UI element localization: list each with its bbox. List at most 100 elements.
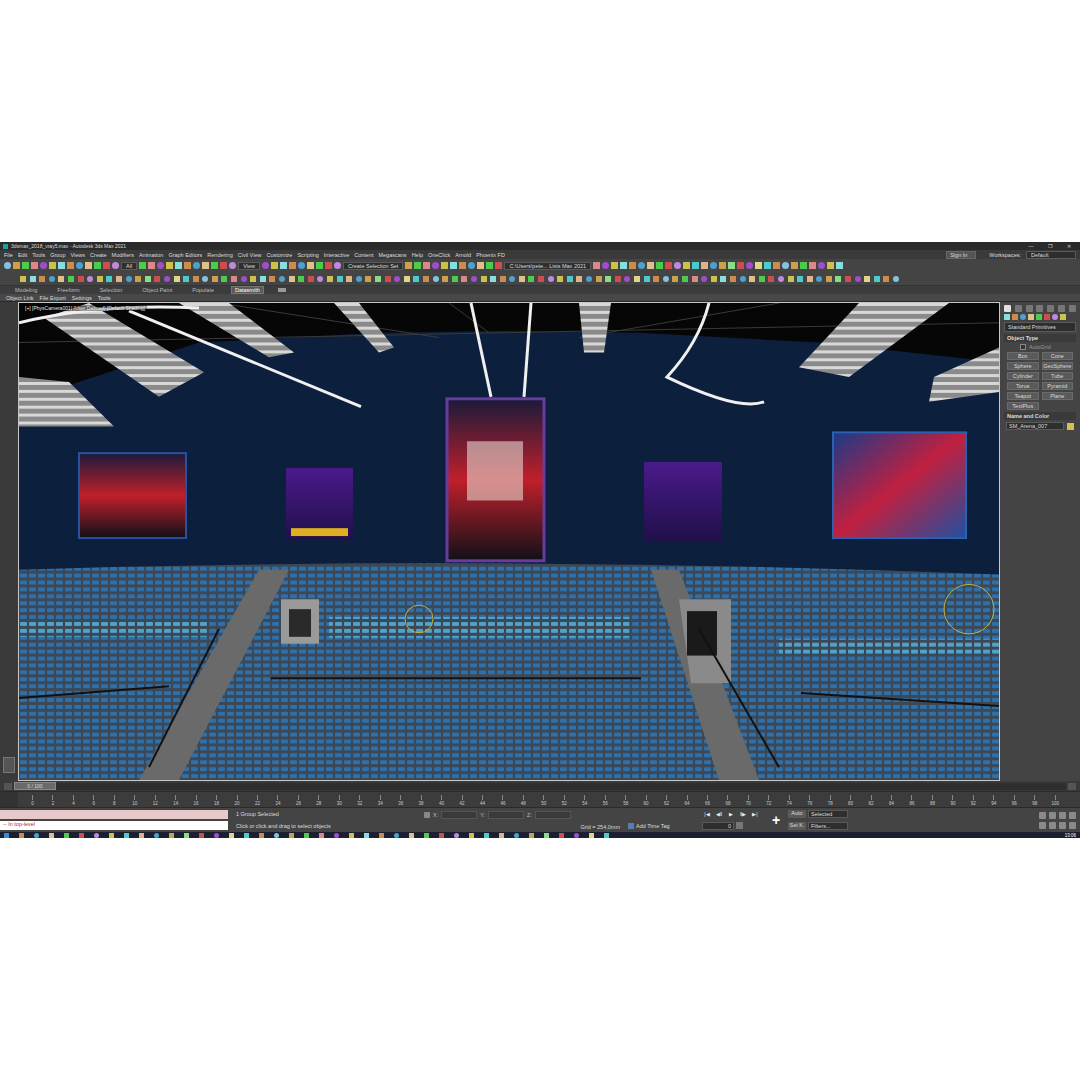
- tool-icon[interactable]: [220, 262, 227, 269]
- menu-item[interactable]: Modifiers: [112, 252, 134, 258]
- tool-icon[interactable]: [624, 276, 630, 282]
- coord-field[interactable]: [441, 811, 477, 819]
- taskbar-app-icon[interactable]: [424, 833, 429, 838]
- category-icon[interactable]: [1004, 314, 1010, 320]
- menu-item[interactable]: OneClick: [428, 252, 450, 258]
- tool-icon[interactable]: [22, 262, 29, 269]
- navigation-icon[interactable]: [1069, 822, 1076, 829]
- tool-icon[interactable]: [644, 276, 650, 282]
- primitive-button[interactable]: GeoSphere: [1042, 362, 1074, 370]
- tool-icon[interactable]: [883, 276, 889, 282]
- category-icon[interactable]: [1036, 314, 1042, 320]
- primitive-button[interactable]: Torus: [1007, 382, 1039, 390]
- set-key-icon[interactable]: +: [768, 808, 784, 832]
- tool-icon[interactable]: [656, 262, 663, 269]
- rollout-title[interactable]: Object Type: [1004, 334, 1076, 342]
- tool-icon[interactable]: [193, 262, 200, 269]
- tool-icon[interactable]: [58, 276, 64, 282]
- taskbar-app-icon[interactable]: [34, 833, 39, 838]
- ribbon-tab[interactable]: Selection: [97, 287, 126, 293]
- taskbar-app-icon[interactable]: [229, 833, 234, 838]
- taskbar-app-icon[interactable]: [154, 833, 159, 838]
- panel-tab-icon[interactable]: [1036, 305, 1043, 312]
- taskbar-app-icon[interactable]: [364, 833, 369, 838]
- taskbar-app-icon[interactable]: [544, 833, 549, 838]
- tool-icon[interactable]: [298, 276, 304, 282]
- tool-icon[interactable]: [307, 262, 314, 269]
- navigation-icon[interactable]: [1039, 822, 1046, 829]
- listener-input[interactable]: -- In top-level: [0, 821, 228, 830]
- taskbar-app-icon[interactable]: [244, 833, 249, 838]
- coord-field[interactable]: [535, 811, 571, 819]
- tool-icon[interactable]: [836, 262, 843, 269]
- tool-icon[interactable]: [317, 276, 323, 282]
- object-name-field[interactable]: SM_Arena_007: [1006, 422, 1064, 430]
- tool-icon[interactable]: [116, 276, 122, 282]
- tool-icon[interactable]: [567, 276, 573, 282]
- primitive-button[interactable]: Box: [1007, 352, 1039, 360]
- tool-icon[interactable]: [835, 276, 841, 282]
- ribbon-tab[interactable]: Datasmith: [231, 286, 264, 294]
- tool-icon[interactable]: [211, 262, 218, 269]
- tool-icon[interactable]: [461, 276, 467, 282]
- tool-icon[interactable]: [797, 276, 803, 282]
- taskbar-app-icon[interactable]: [559, 833, 564, 838]
- tool-icon[interactable]: [375, 276, 381, 282]
- tool-icon[interactable]: [740, 276, 746, 282]
- start-icon[interactable]: [4, 833, 9, 838]
- autogrid-checkbox[interactable]: AutoGrid: [1004, 344, 1076, 350]
- primitive-button[interactable]: Sphere: [1007, 362, 1039, 370]
- taskbar-app-icon[interactable]: [604, 833, 609, 838]
- tool-icon[interactable]: [157, 262, 164, 269]
- tool-icon[interactable]: [647, 262, 654, 269]
- tool-icon[interactable]: [135, 276, 141, 282]
- navigation-icon[interactable]: [1059, 822, 1066, 829]
- taskbar-app-icon[interactable]: [199, 833, 204, 838]
- tool-icon[interactable]: [674, 262, 681, 269]
- tool-icon[interactable]: [481, 276, 487, 282]
- tool-icon[interactable]: [576, 276, 582, 282]
- set-key-button[interactable]: Set K.: [788, 822, 806, 830]
- tool-icon[interactable]: [166, 262, 173, 269]
- taskbar-app-icon[interactable]: [184, 833, 189, 838]
- tool-icon[interactable]: [683, 262, 690, 269]
- tool-icon[interactable]: [773, 262, 780, 269]
- tool-icon[interactable]: [605, 276, 611, 282]
- tool-icon[interactable]: [154, 276, 160, 282]
- menu-item[interactable]: Create: [90, 252, 107, 258]
- tool-icon[interactable]: [78, 276, 84, 282]
- playback-button[interactable]: ‖▶: [738, 811, 748, 817]
- tool-icon[interactable]: [586, 276, 592, 282]
- category-icon[interactable]: [1052, 314, 1058, 320]
- window-control[interactable]: ✕: [1061, 243, 1077, 249]
- add-time-tag[interactable]: Add Time Tag: [628, 823, 698, 829]
- primitive-button[interactable]: Teapot: [1007, 392, 1039, 400]
- tool-icon[interactable]: [85, 262, 92, 269]
- ribbon-tab[interactable]: Object Paint: [139, 287, 175, 293]
- panel-tab-icon[interactable]: [1004, 305, 1011, 312]
- taskbar-app-icon[interactable]: [139, 833, 144, 838]
- menu-item[interactable]: Scripting: [297, 252, 318, 258]
- current-frame-field[interactable]: 0: [702, 822, 734, 830]
- tool-icon[interactable]: [30, 276, 36, 282]
- taskbar-app-icon[interactable]: [529, 833, 534, 838]
- tool-icon[interactable]: [221, 276, 227, 282]
- time-config-icon[interactable]: [736, 822, 743, 829]
- tool-icon[interactable]: [665, 262, 672, 269]
- tool-icon[interactable]: [782, 262, 789, 269]
- tool-icon[interactable]: [184, 262, 191, 269]
- tool-icon[interactable]: [638, 262, 645, 269]
- tool-icon[interactable]: [106, 276, 112, 282]
- navigation-icon[interactable]: [1049, 812, 1056, 819]
- tool-icon[interactable]: [864, 276, 870, 282]
- tool-icon[interactable]: [528, 276, 534, 282]
- tool-icon[interactable]: [356, 276, 362, 282]
- tool-icon[interactable]: [212, 276, 218, 282]
- object-color-swatch[interactable]: [1067, 423, 1074, 430]
- panel-tab-icon[interactable]: [1047, 305, 1054, 312]
- time-slider[interactable]: 0 / 100: [0, 781, 1080, 791]
- tool-icon[interactable]: [692, 262, 699, 269]
- tool-icon[interactable]: [593, 262, 600, 269]
- tool-icon[interactable]: [49, 276, 55, 282]
- tool-icon[interactable]: [452, 276, 458, 282]
